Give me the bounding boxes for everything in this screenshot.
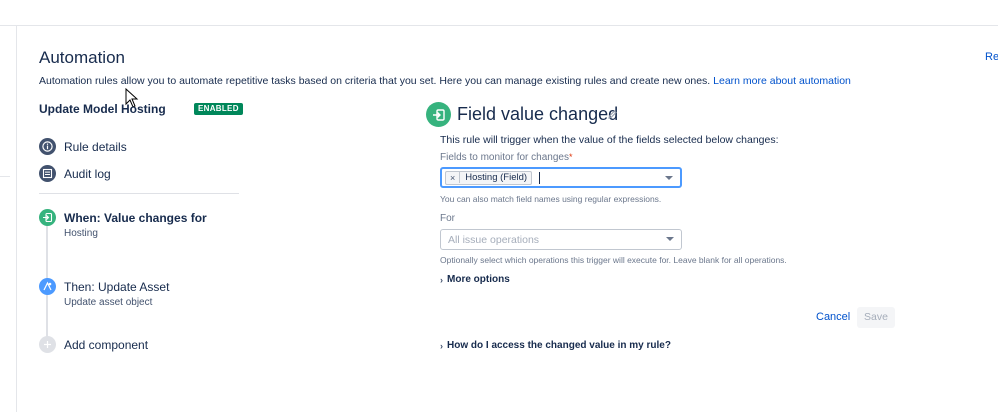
- step-title: When: Value changes for: [64, 211, 207, 225]
- operations-select[interactable]: All issue operations: [440, 229, 682, 250]
- chevron-right-icon: ›: [440, 340, 443, 351]
- step-subtitle: Update asset object: [64, 297, 153, 308]
- pencil-icon[interactable]: [607, 109, 618, 120]
- chip-label: Hosting (Field): [459, 172, 531, 183]
- save-button[interactable]: Save: [857, 307, 895, 328]
- trigger-icon: [39, 209, 56, 226]
- rule-name: Update Model Hosting: [39, 102, 166, 116]
- info-icon: [39, 138, 56, 155]
- remove-chip-icon[interactable]: ×: [446, 173, 459, 183]
- left-rail: [0, 26, 17, 412]
- fields-help: You can also match field names using reg…: [440, 194, 662, 204]
- step-title: Add component: [64, 338, 149, 352]
- top-bar: [0, 0, 998, 26]
- faq-toggle[interactable]: › How do I access the changed value in m…: [440, 340, 671, 351]
- learn-more-link[interactable]: Learn more about automation: [713, 75, 851, 87]
- top-right-link[interactable]: Re: [985, 51, 998, 63]
- field-chip: × Hosting (Field): [445, 170, 533, 185]
- trigger-icon: [426, 102, 451, 127]
- panel-title: Field value changed: [457, 104, 619, 124]
- fields-select[interactable]: × Hosting (Field): [440, 167, 682, 188]
- sidebar-item-label: Rule details: [64, 139, 127, 154]
- sidebar-item-label: Audit log: [64, 166, 111, 181]
- for-help: Optionally select which operations this …: [440, 255, 787, 265]
- operations-placeholder: All issue operations: [448, 233, 540, 246]
- page-title: Automation: [39, 48, 125, 67]
- chevron-down-icon[interactable]: [666, 237, 674, 241]
- chevron-right-icon: ›: [440, 274, 443, 285]
- more-options-toggle[interactable]: › More options: [440, 274, 510, 285]
- description-text: Automation rules allow you to automate r…: [39, 75, 711, 87]
- text-caret: [539, 171, 541, 184]
- step-title: Then: Update Asset: [64, 280, 170, 294]
- cancel-button[interactable]: Cancel: [810, 307, 856, 328]
- for-label: For: [440, 213, 455, 224]
- chevron-down-icon[interactable]: [665, 176, 673, 180]
- asset-icon: [39, 278, 56, 295]
- page-description: Automation rules allow you to automate r…: [39, 75, 851, 87]
- plus-icon: [39, 336, 56, 353]
- sidebar-item-audit-log[interactable]: Audit log: [39, 165, 111, 182]
- sidebar-item-rule-details[interactable]: Rule details: [39, 138, 127, 155]
- status-badge: ENABLED: [194, 103, 243, 115]
- trigger-intro: This rule will trigger when the value of…: [440, 134, 779, 146]
- list-icon: [39, 165, 56, 182]
- step-subtitle: Hosting: [64, 228, 98, 239]
- fields-label: Fields to monitor for changes*: [440, 152, 573, 163]
- sidebar-divider: [39, 193, 239, 194]
